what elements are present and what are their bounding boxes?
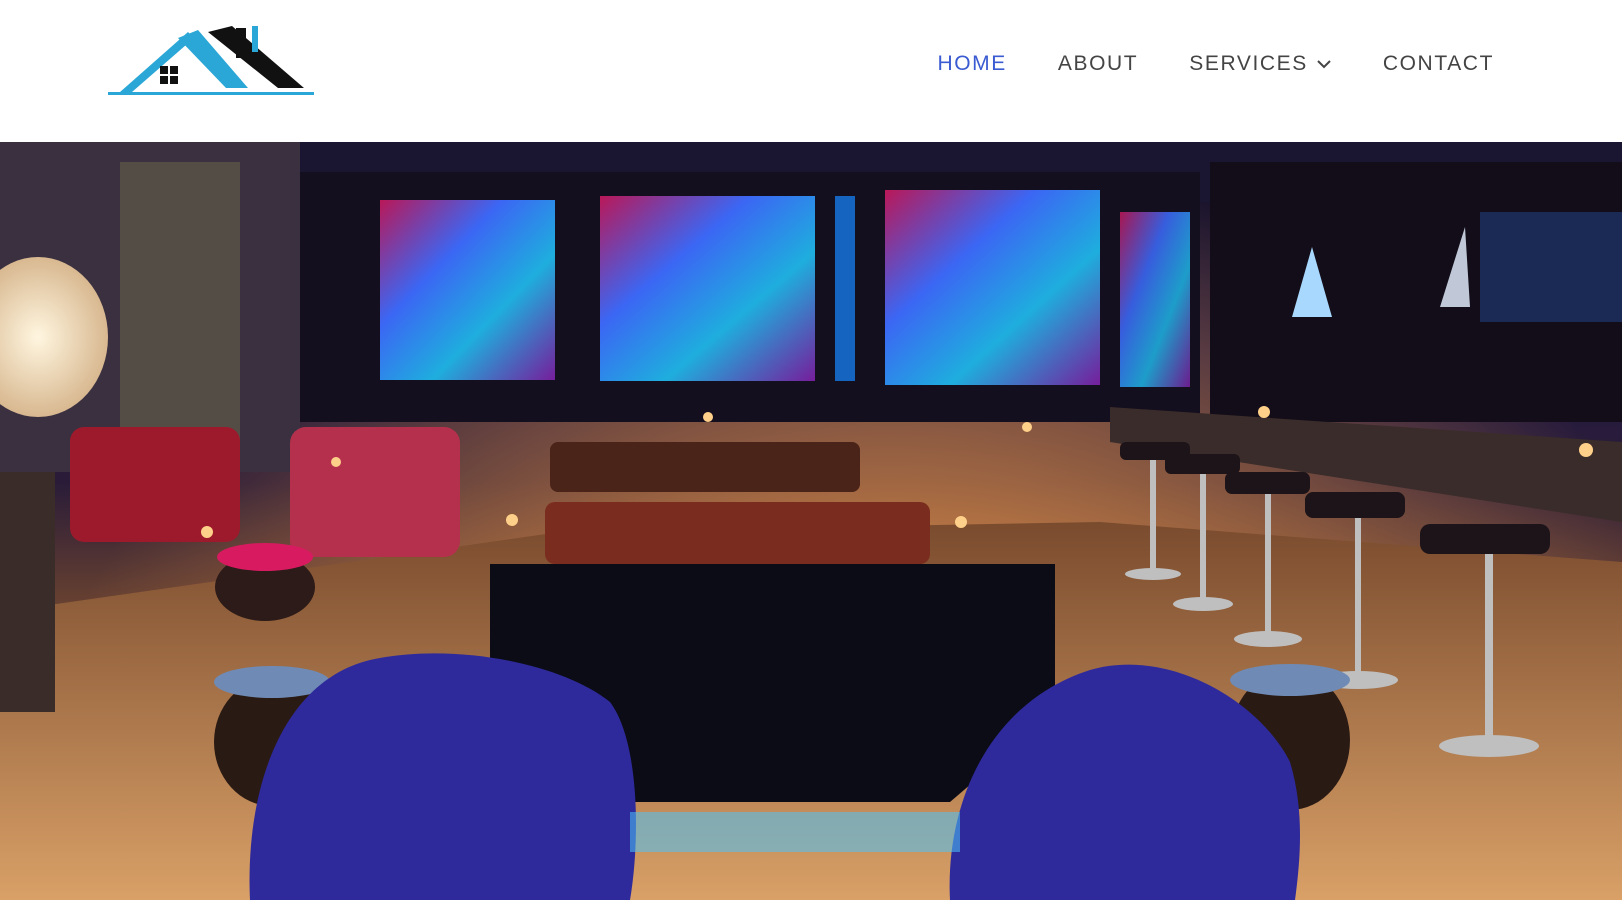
nav-home[interactable]: HOME	[937, 52, 1006, 76]
nav-services[interactable]: SERVICES	[1189, 52, 1332, 76]
site-logo[interactable]	[108, 26, 314, 98]
hero-image	[0, 142, 1622, 900]
nav-about[interactable]: ABOUT	[1058, 52, 1138, 76]
main-nav: HOME ABOUT SERVICES CONTACT	[937, 52, 1494, 76]
site-header: HOME ABOUT SERVICES CONTACT	[0, 0, 1622, 142]
hero-lounge-photo	[0, 142, 1622, 900]
house-roof-logo-icon	[108, 26, 314, 95]
nav-services-label: SERVICES	[1189, 52, 1308, 75]
nav-contact[interactable]: CONTACT	[1383, 52, 1494, 76]
chevron-down-icon	[1317, 60, 1331, 69]
